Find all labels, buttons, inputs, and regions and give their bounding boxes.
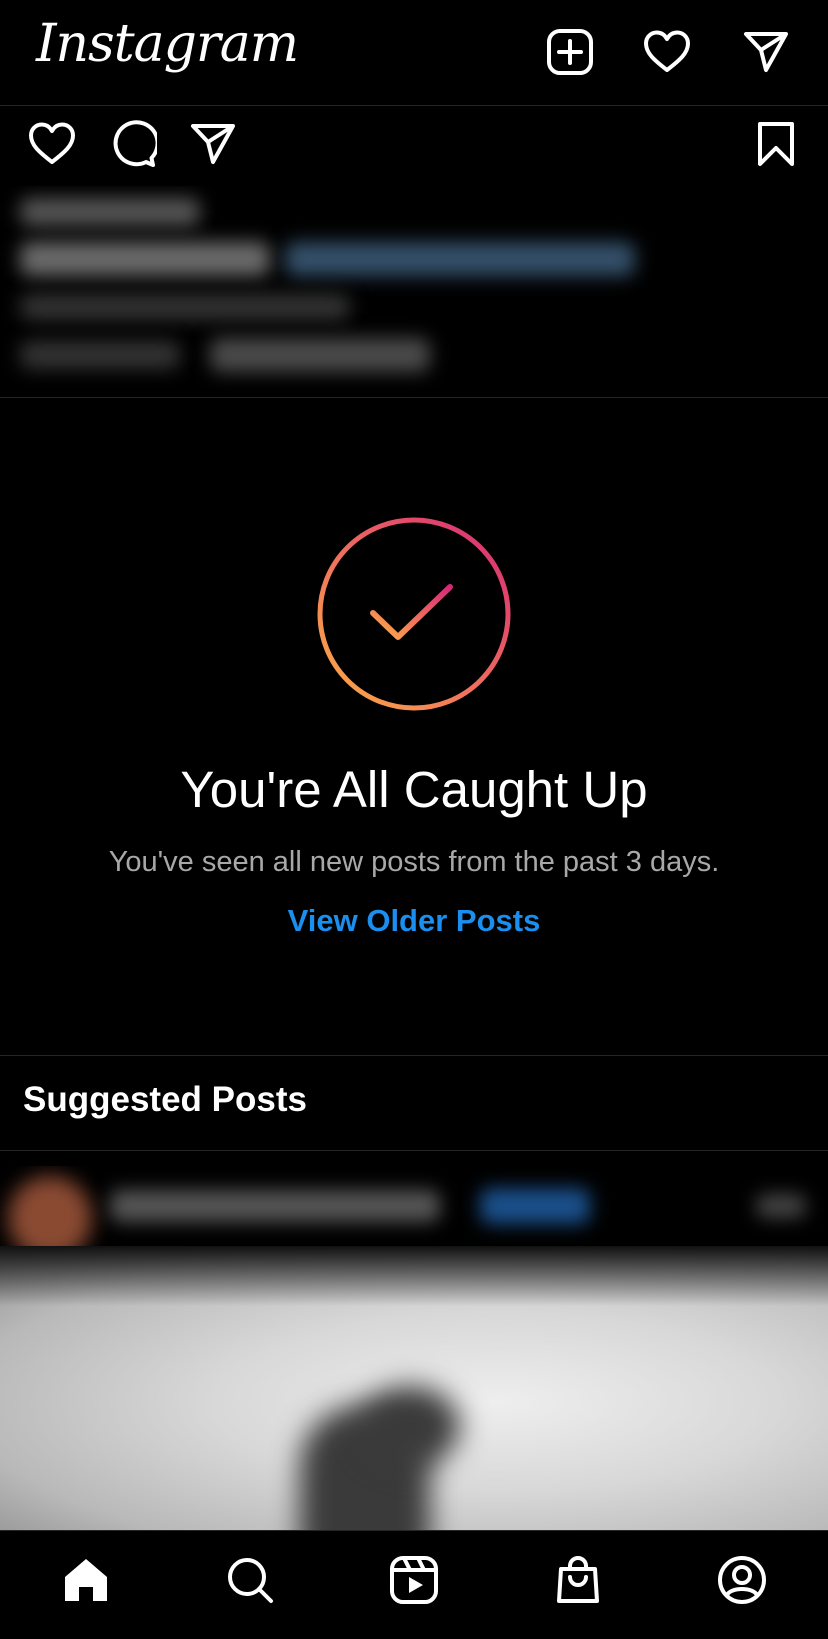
heart-icon[interactable] xyxy=(643,28,691,76)
shop-icon[interactable] xyxy=(553,1555,603,1605)
suggested-post-header[interactable] xyxy=(0,1166,828,1246)
comment-icon[interactable] xyxy=(109,120,157,168)
search-icon[interactable] xyxy=(225,1555,275,1605)
avatar[interactable] xyxy=(8,1176,92,1246)
like-icon[interactable] xyxy=(28,120,76,168)
reels-icon[interactable] xyxy=(389,1555,439,1605)
caught-up-check-icon xyxy=(316,516,512,712)
suggested-posts-title: Suggested Posts xyxy=(23,1080,307,1119)
post-action-bar xyxy=(0,106,828,186)
instagram-logo[interactable]: Instagram xyxy=(36,14,299,74)
caught-up-title: You're All Caught Up xyxy=(180,761,648,818)
share-icon[interactable] xyxy=(189,120,237,168)
direct-message-icon[interactable] xyxy=(742,28,790,76)
more-options-icon[interactable] xyxy=(756,1194,806,1218)
new-post-icon[interactable] xyxy=(546,28,594,76)
caught-up-section: You're All Caught Up You've seen all new… xyxy=(0,398,828,1056)
view-older-posts-link[interactable]: View Older Posts xyxy=(0,903,828,939)
caught-up-subtitle: You've seen all new posts from the past … xyxy=(108,846,720,878)
save-bookmark-icon[interactable] xyxy=(752,120,800,168)
profile-icon[interactable] xyxy=(717,1555,767,1605)
home-icon[interactable] xyxy=(61,1555,111,1605)
blurred-post-caption xyxy=(0,186,828,398)
bottom-tab-bar xyxy=(0,1530,828,1639)
suggested-posts-header: Suggested Posts xyxy=(0,1056,828,1151)
suggested-post-image[interactable] xyxy=(0,1246,828,1530)
top-bar: Instagram xyxy=(0,0,828,106)
